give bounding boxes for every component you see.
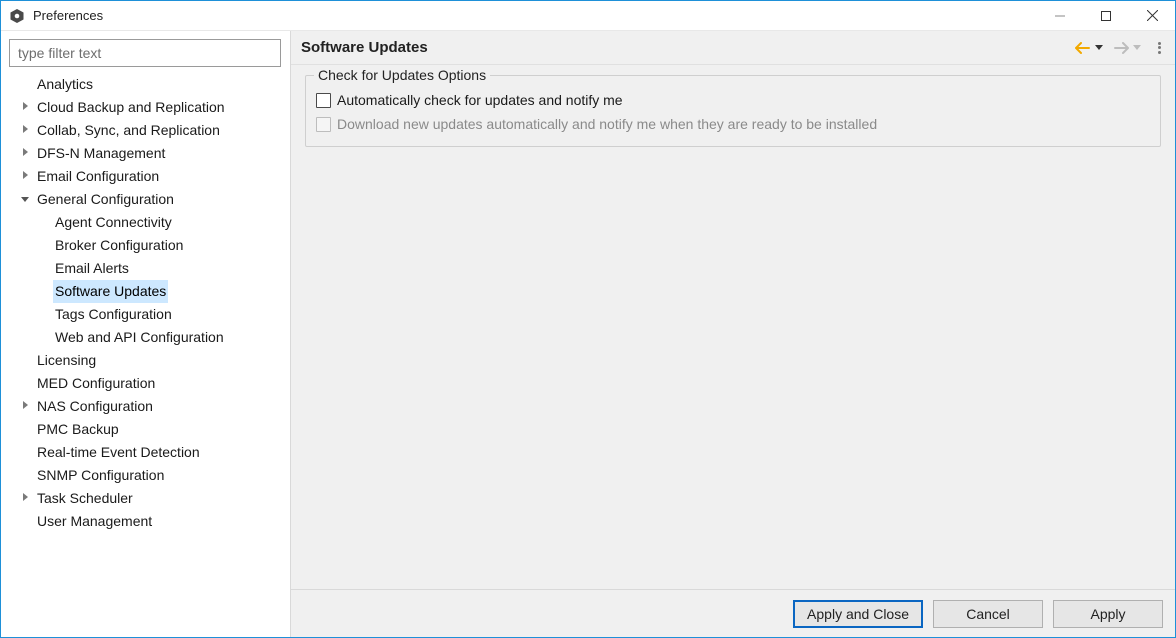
tree-item-label: Real-time Event Detection xyxy=(35,441,202,464)
tree-item[interactable]: Email Configuration xyxy=(9,165,290,188)
nav-forward-dropdown-icon[interactable] xyxy=(1133,45,1141,50)
expander-spacer xyxy=(17,77,33,93)
tree-item-label: Agent Connectivity xyxy=(53,211,174,234)
tree-item[interactable]: Collab, Sync, and Replication xyxy=(9,119,290,142)
tree-item[interactable]: Cloud Backup and Replication xyxy=(9,96,290,119)
tree-item-label: Collab, Sync, and Replication xyxy=(35,119,222,142)
titlebar: Preferences xyxy=(1,1,1175,31)
tree-item-label: SNMP Configuration xyxy=(35,464,166,487)
tree-item[interactable]: Task Scheduler xyxy=(9,487,290,510)
tree-item-label: User Management xyxy=(35,510,154,533)
auto-check-row[interactable]: Automatically check for updates and noti… xyxy=(314,88,1152,112)
tree-item-label: NAS Configuration xyxy=(35,395,155,418)
page-header: Software Updates xyxy=(291,31,1175,65)
auto-download-row: Download new updates automatically and n… xyxy=(314,112,1152,136)
tree-item-label: Licensing xyxy=(35,349,98,372)
tree-item-label: Analytics xyxy=(35,73,95,96)
tree-item[interactable]: DFS-N Management xyxy=(9,142,290,165)
tree-item-label: MED Configuration xyxy=(35,372,157,395)
tree-item[interactable]: Real-time Event Detection xyxy=(9,441,290,464)
chevron-right-icon[interactable] xyxy=(17,399,33,415)
tree-item[interactable]: MED Configuration xyxy=(9,372,290,395)
expander-spacer xyxy=(17,514,33,530)
auto-download-checkbox xyxy=(316,117,331,132)
chevron-right-icon[interactable] xyxy=(17,491,33,507)
tree-item-label: Task Scheduler xyxy=(35,487,135,510)
auto-check-checkbox[interactable] xyxy=(316,93,331,108)
tree-item[interactable]: Broker Configuration xyxy=(9,234,290,257)
tree-item-label: PMC Backup xyxy=(35,418,121,441)
chevron-right-icon[interactable] xyxy=(17,146,33,162)
chevron-right-icon[interactable] xyxy=(17,100,33,116)
tree-item[interactable]: SNMP Configuration xyxy=(9,464,290,487)
auto-download-label: Download new updates automatically and n… xyxy=(337,116,877,132)
app-icon xyxy=(9,8,25,24)
group-legend: Check for Updates Options xyxy=(314,67,490,83)
nav-back-dropdown-icon[interactable] xyxy=(1095,45,1103,50)
page-menu-icon[interactable] xyxy=(1153,40,1165,56)
tree-item[interactable]: User Management xyxy=(9,510,290,533)
tree-item[interactable]: Analytics xyxy=(9,73,290,96)
tree-item[interactable]: General Configuration xyxy=(9,188,290,211)
tree-item-label: Tags Configuration xyxy=(53,303,174,326)
preferences-tree[interactable]: AnalyticsCloud Backup and ReplicationCol… xyxy=(9,73,290,629)
tree-item-label: Cloud Backup and Replication xyxy=(35,96,227,119)
expander-spacer xyxy=(17,376,33,392)
minimize-button[interactable] xyxy=(1037,1,1083,31)
tree-item-label: Software Updates xyxy=(53,280,168,303)
window-title: Preferences xyxy=(33,8,103,23)
preferences-window: Preferences AnalyticsCloud Backup and Re… xyxy=(0,0,1176,638)
page-title: Software Updates xyxy=(301,39,428,56)
expander-spacer xyxy=(17,353,33,369)
tree-item[interactable]: Agent Connectivity xyxy=(9,211,290,234)
button-bar: Apply and Close Cancel Apply xyxy=(291,589,1175,637)
maximize-button[interactable] xyxy=(1083,1,1129,31)
filter-input[interactable] xyxy=(9,39,281,67)
close-button[interactable] xyxy=(1129,1,1175,31)
tree-item[interactable]: Software Updates xyxy=(9,280,290,303)
cancel-button[interactable]: Cancel xyxy=(933,600,1043,628)
tree-item-label: DFS-N Management xyxy=(35,142,167,165)
tree-item[interactable]: Licensing xyxy=(9,349,290,372)
auto-check-label: Automatically check for updates and noti… xyxy=(337,92,623,108)
tree-item[interactable]: Web and API Configuration xyxy=(9,326,290,349)
chevron-down-icon[interactable] xyxy=(17,192,33,208)
tree-item-label: Email Configuration xyxy=(35,165,161,188)
page-content: Check for Updates Options Automatically … xyxy=(291,65,1175,589)
tree-item[interactable]: Email Alerts xyxy=(9,257,290,280)
apply-and-close-button[interactable]: Apply and Close xyxy=(793,600,923,628)
apply-button[interactable]: Apply xyxy=(1053,600,1163,628)
nav-forward-icon[interactable] xyxy=(1112,39,1130,57)
chevron-right-icon[interactable] xyxy=(17,123,33,139)
body: AnalyticsCloud Backup and ReplicationCol… xyxy=(1,31,1175,637)
right-pane: Software Updates xyxy=(291,31,1175,637)
tree-item-label: General Configuration xyxy=(35,188,176,211)
tree-item-label: Web and API Configuration xyxy=(53,326,226,349)
expander-spacer xyxy=(17,468,33,484)
tree-item[interactable]: Tags Configuration xyxy=(9,303,290,326)
tree-item[interactable]: NAS Configuration xyxy=(9,395,290,418)
tree-item[interactable]: PMC Backup xyxy=(9,418,290,441)
nav-back-icon[interactable] xyxy=(1074,39,1092,57)
chevron-right-icon[interactable] xyxy=(17,169,33,185)
update-options-group: Check for Updates Options Automatically … xyxy=(305,75,1161,147)
tree-item-label: Broker Configuration xyxy=(53,234,185,257)
expander-spacer xyxy=(17,445,33,461)
expander-spacer xyxy=(17,422,33,438)
tree-item-label: Email Alerts xyxy=(53,257,131,280)
left-pane: AnalyticsCloud Backup and ReplicationCol… xyxy=(1,31,291,637)
